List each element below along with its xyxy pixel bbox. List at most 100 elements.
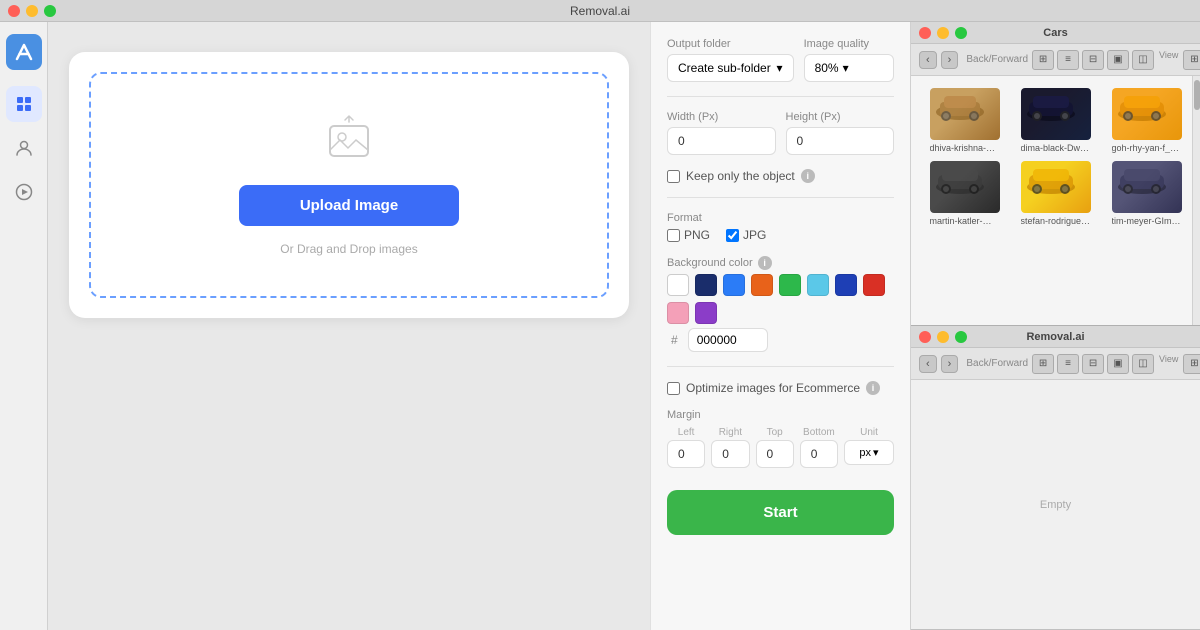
finder-bottom-back-btn[interactable]: ‹: [919, 355, 937, 373]
finder-item-4[interactable]: martin-katler-WCNGj...lash.jpeg: [923, 161, 1006, 226]
keep-object-label: Keep only the object: [686, 169, 795, 183]
width-label: Width (Px): [667, 111, 776, 123]
finder-bottom-toolbar-icons: ⊞ ≡ ⊟ ▣ ◫ View ⊞ Group ⚙ Action »: [1032, 354, 1200, 374]
finder-bottom-icon-view2[interactable]: ◫: [1132, 354, 1154, 374]
bg-color-label: Background color: [667, 257, 753, 269]
color-swatch-light-blue[interactable]: [807, 274, 829, 296]
color-swatches: [667, 274, 894, 324]
finder-item-3[interactable]: goh-rhy-yan-f_SDCA...lash.jpeg: [1105, 88, 1188, 153]
color-swatch-pink[interactable]: [667, 302, 689, 324]
finder-bottom-forward-btn[interactable]: ›: [941, 355, 959, 373]
finder-top-forward-btn[interactable]: ›: [941, 51, 959, 69]
finder-bottom-group-btn[interactable]: ⊞: [1183, 354, 1200, 374]
margin-bottom-label: Bottom: [803, 427, 835, 438]
margin-unit-col: Unit px ▾: [844, 427, 894, 468]
margin-left-label: Left: [678, 427, 695, 438]
width-input[interactable]: 0: [667, 127, 776, 155]
upload-image-button[interactable]: Upload Image: [239, 185, 459, 226]
finder-top-icon-columns[interactable]: ⊟: [1082, 50, 1104, 70]
finder-top-minimize-btn[interactable]: [937, 27, 949, 39]
upload-card: Upload Image Or Drag and Drop images: [69, 52, 629, 318]
optimize-ecommerce-label: Optimize images for Ecommerce: [686, 381, 860, 395]
divider-2: [667, 197, 894, 198]
finder-item-5[interactable]: stefan-rodrigue...ash.jpeg: [1014, 161, 1097, 226]
optimize-ecommerce-info-icon[interactable]: i: [866, 381, 880, 395]
settings-panel: Output folder Create sub-folder ▾ Image …: [650, 22, 910, 630]
hex-input-field[interactable]: [688, 328, 768, 352]
sidebar-item-profile[interactable]: [6, 130, 42, 166]
format-label: Format: [667, 212, 894, 224]
finder-bottom-icon-list[interactable]: ≡: [1057, 354, 1079, 374]
bg-color-section: Background color i #: [667, 256, 894, 352]
finder-top-group-btn[interactable]: ⊞: [1183, 50, 1200, 70]
finder-top-scrollbar[interactable]: [1192, 76, 1200, 325]
image-quality-select[interactable]: 80% ▾: [804, 54, 894, 82]
margin-unit-select[interactable]: px ▾: [844, 440, 894, 465]
upload-dropzone[interactable]: Upload Image Or Drag and Drop images: [89, 72, 609, 298]
keep-object-info-icon[interactable]: i: [801, 169, 815, 183]
height-input[interactable]: 0: [786, 127, 895, 155]
close-button[interactable]: [8, 5, 20, 17]
title-bar: Removal.ai: [0, 0, 1200, 22]
finder-top-icon-view2[interactable]: ◫: [1132, 50, 1154, 70]
keep-object-checkbox[interactable]: [667, 170, 680, 183]
color-swatch-orange[interactable]: [751, 274, 773, 296]
margin-unit-label: Unit: [860, 427, 878, 438]
color-swatch-white[interactable]: [667, 274, 689, 296]
finder-bottom-icon-gallery[interactable]: ▣: [1107, 354, 1129, 374]
dimension-section: Width (Px) 0 Height (Px) 0: [667, 111, 894, 155]
maximize-button[interactable]: [44, 5, 56, 17]
format-png-option[interactable]: PNG: [667, 228, 710, 242]
finder-filename-4: martin-katler-WCNGj...lash.jpeg: [930, 216, 1000, 226]
finder-item-6[interactable]: tim-meyer-GIm7wxi...sh.jpeg: [1105, 161, 1188, 226]
finder-top-icon-gallery[interactable]: ▣: [1107, 50, 1129, 70]
finder-top-icon-list[interactable]: ≡: [1057, 50, 1079, 70]
chevron-down-icon: ▾: [777, 61, 783, 75]
finder-top-toolbar-icons: ⊞ ≡ ⊟ ▣ ◫ View ⊞ Group ⚙ Action »: [1032, 50, 1200, 70]
finder-top-maximize-btn[interactable]: [955, 27, 967, 39]
format-png-checkbox[interactable]: [667, 229, 680, 242]
margin-bottom-input[interactable]: [800, 440, 838, 468]
format-jpg-checkbox[interactable]: [726, 229, 739, 242]
color-swatch-dark-blue[interactable]: [695, 274, 717, 296]
finder-bottom-minimize-btn[interactable]: [937, 331, 949, 343]
finder-item-1[interactable]: dhiva-krishna-X16zXc...lash.jpeg: [923, 88, 1006, 153]
finder-bottom-window-controls: [919, 331, 967, 343]
margin-left-input[interactable]: [667, 440, 705, 468]
finder-bottom-back-forward-label: Back/Forward: [966, 358, 1028, 369]
chevron-down-unit-icon: ▾: [873, 446, 879, 459]
finder-thumb-3: [1112, 88, 1182, 140]
minimize-button[interactable]: [26, 5, 38, 17]
finder-bottom-maximize-btn[interactable]: [955, 331, 967, 343]
finder-bottom-close-btn[interactable]: [919, 331, 931, 343]
height-label: Height (Px): [786, 111, 895, 123]
color-swatch-royal-blue[interactable]: [835, 274, 857, 296]
finder-top-scrollbar-thumb: [1194, 80, 1200, 110]
color-swatch-red[interactable]: [863, 274, 885, 296]
margin-right-input[interactable]: [711, 440, 749, 468]
format-jpg-option[interactable]: JPG: [726, 228, 766, 242]
bg-color-info-icon[interactable]: i: [758, 256, 772, 270]
sidebar-item-play[interactable]: [6, 174, 42, 210]
start-button[interactable]: Start: [667, 490, 894, 535]
sidebar-logo[interactable]: [6, 34, 42, 70]
output-folder-section: Output folder Create sub-folder ▾ Image …: [667, 38, 894, 82]
finder-filename-5: stefan-rodrigue...ash.jpeg: [1021, 216, 1091, 226]
color-swatch-green[interactable]: [779, 274, 801, 296]
margin-bottom-col: Bottom: [800, 427, 838, 468]
sidebar-item-layers[interactable]: [6, 86, 42, 122]
finder-bottom-icon-columns[interactable]: ⊟: [1082, 354, 1104, 374]
color-swatch-blue[interactable]: [723, 274, 745, 296]
margin-grid: Left Right Top Bottom Unit: [667, 427, 894, 468]
finder-item-2[interactable]: dima-black-DwxihTv...ash.jpeg: [1014, 88, 1097, 153]
finder-top-back-btn[interactable]: ‹: [919, 51, 937, 69]
output-folder-select[interactable]: Create sub-folder ▾: [667, 54, 794, 82]
finder-top-icon-grid[interactable]: ⊞: [1032, 50, 1054, 70]
finder-bottom-icon-grid[interactable]: ⊞: [1032, 354, 1054, 374]
finder-top-close-btn[interactable]: [919, 27, 931, 39]
window-controls: [8, 5, 56, 17]
color-swatch-purple[interactable]: [695, 302, 717, 324]
optimize-ecommerce-checkbox[interactable]: [667, 382, 680, 395]
margin-top-input[interactable]: [756, 440, 794, 468]
finder-thumb-4: [930, 161, 1000, 213]
